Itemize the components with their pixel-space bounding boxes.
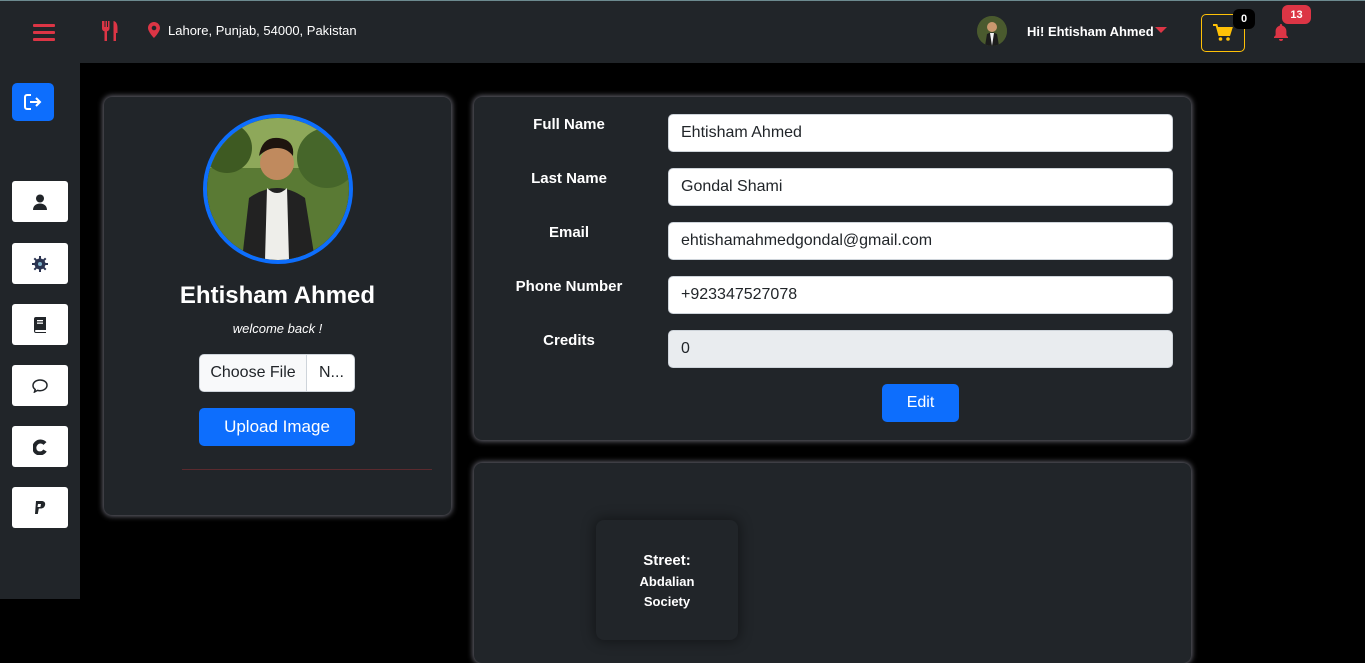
currency-icon <box>33 439 47 455</box>
user-greeting[interactable]: Hi! Ehtisham Ahmed <box>1027 24 1154 39</box>
phone-field[interactable]: +923347527078 <box>668 276 1173 314</box>
utensils-icon[interactable] <box>100 20 120 47</box>
paypal-icon <box>35 500 46 514</box>
phone-label: Phone Number <box>515 278 623 295</box>
street-value: Abdalian Society <box>639 574 695 609</box>
credits-field: 0 <box>668 330 1173 368</box>
bell-icon[interactable] <box>1272 23 1290 46</box>
sidebar-item-messages[interactable] <box>12 365 68 406</box>
profile-card: Ehtisham Ahmed welcome back ! Choose Fil… <box>104 97 451 515</box>
email-field[interactable]: ehtishamahmedgondal@gmail.com <box>668 222 1173 260</box>
top-navbar: Lahore, Punjab, 54000, Pakistan Hi! Ehti… <box>0 0 1365 63</box>
chevron-down-icon[interactable] <box>1155 27 1167 33</box>
shopping-cart-icon <box>1213 24 1233 41</box>
gear-icon <box>32 255 48 272</box>
location-text: Lahore, Punjab, 54000, Pakistan <box>168 23 357 38</box>
profile-form-card: Full Name Ehtisham Ahmed Last Name Gonda… <box>474 97 1191 440</box>
user-icon <box>33 194 47 210</box>
sidebar-item-paypal[interactable] <box>12 487 68 528</box>
full-name-field[interactable]: Ehtisham Ahmed <box>668 114 1173 152</box>
profile-name: Ehtisham Ahmed <box>179 282 376 309</box>
last-name-field[interactable]: Gondal Shami <box>668 168 1173 206</box>
address-item: Street: Abdalian Society <box>596 520 738 640</box>
logout-icon <box>24 94 42 110</box>
sidebar-item-settings[interactable] <box>12 243 68 284</box>
sidebar-item-book[interactable] <box>12 304 68 345</box>
sidebar <box>0 63 80 599</box>
notification-count-badge: 13 <box>1282 5 1311 24</box>
logout-button[interactable] <box>12 83 54 121</box>
location-pin-icon <box>148 22 160 43</box>
address-card: Street: Abdalian Society <box>474 463 1191 663</box>
scrollbar[interactable] <box>1358 63 1365 599</box>
sidebar-item-profile[interactable] <box>12 181 68 222</box>
divider <box>182 469 432 470</box>
edit-button[interactable]: Edit <box>882 384 959 422</box>
choose-file-button[interactable]: Choose File <box>200 355 307 391</box>
sidebar-item-credits[interactable] <box>12 426 68 467</box>
welcome-text: welcome back ! <box>232 321 323 336</box>
cart-count-badge: 0 <box>1233 9 1255 29</box>
credits-label: Credits <box>543 332 595 349</box>
email-label: Email <box>548 224 590 241</box>
file-input[interactable]: Choose File N... <box>199 354 355 392</box>
profile-avatar <box>203 114 353 264</box>
book-icon <box>34 316 46 333</box>
upload-image-button[interactable]: Upload Image <box>199 408 355 446</box>
hamburger-menu-icon[interactable] <box>33 24 55 42</box>
last-name-label: Last Name <box>531 170 607 187</box>
street-label: Street: <box>643 552 691 569</box>
chat-icon <box>32 378 48 393</box>
full-name-label: Full Name <box>533 116 605 133</box>
file-name-text: N... <box>319 364 344 381</box>
avatar[interactable] <box>977 16 1007 46</box>
